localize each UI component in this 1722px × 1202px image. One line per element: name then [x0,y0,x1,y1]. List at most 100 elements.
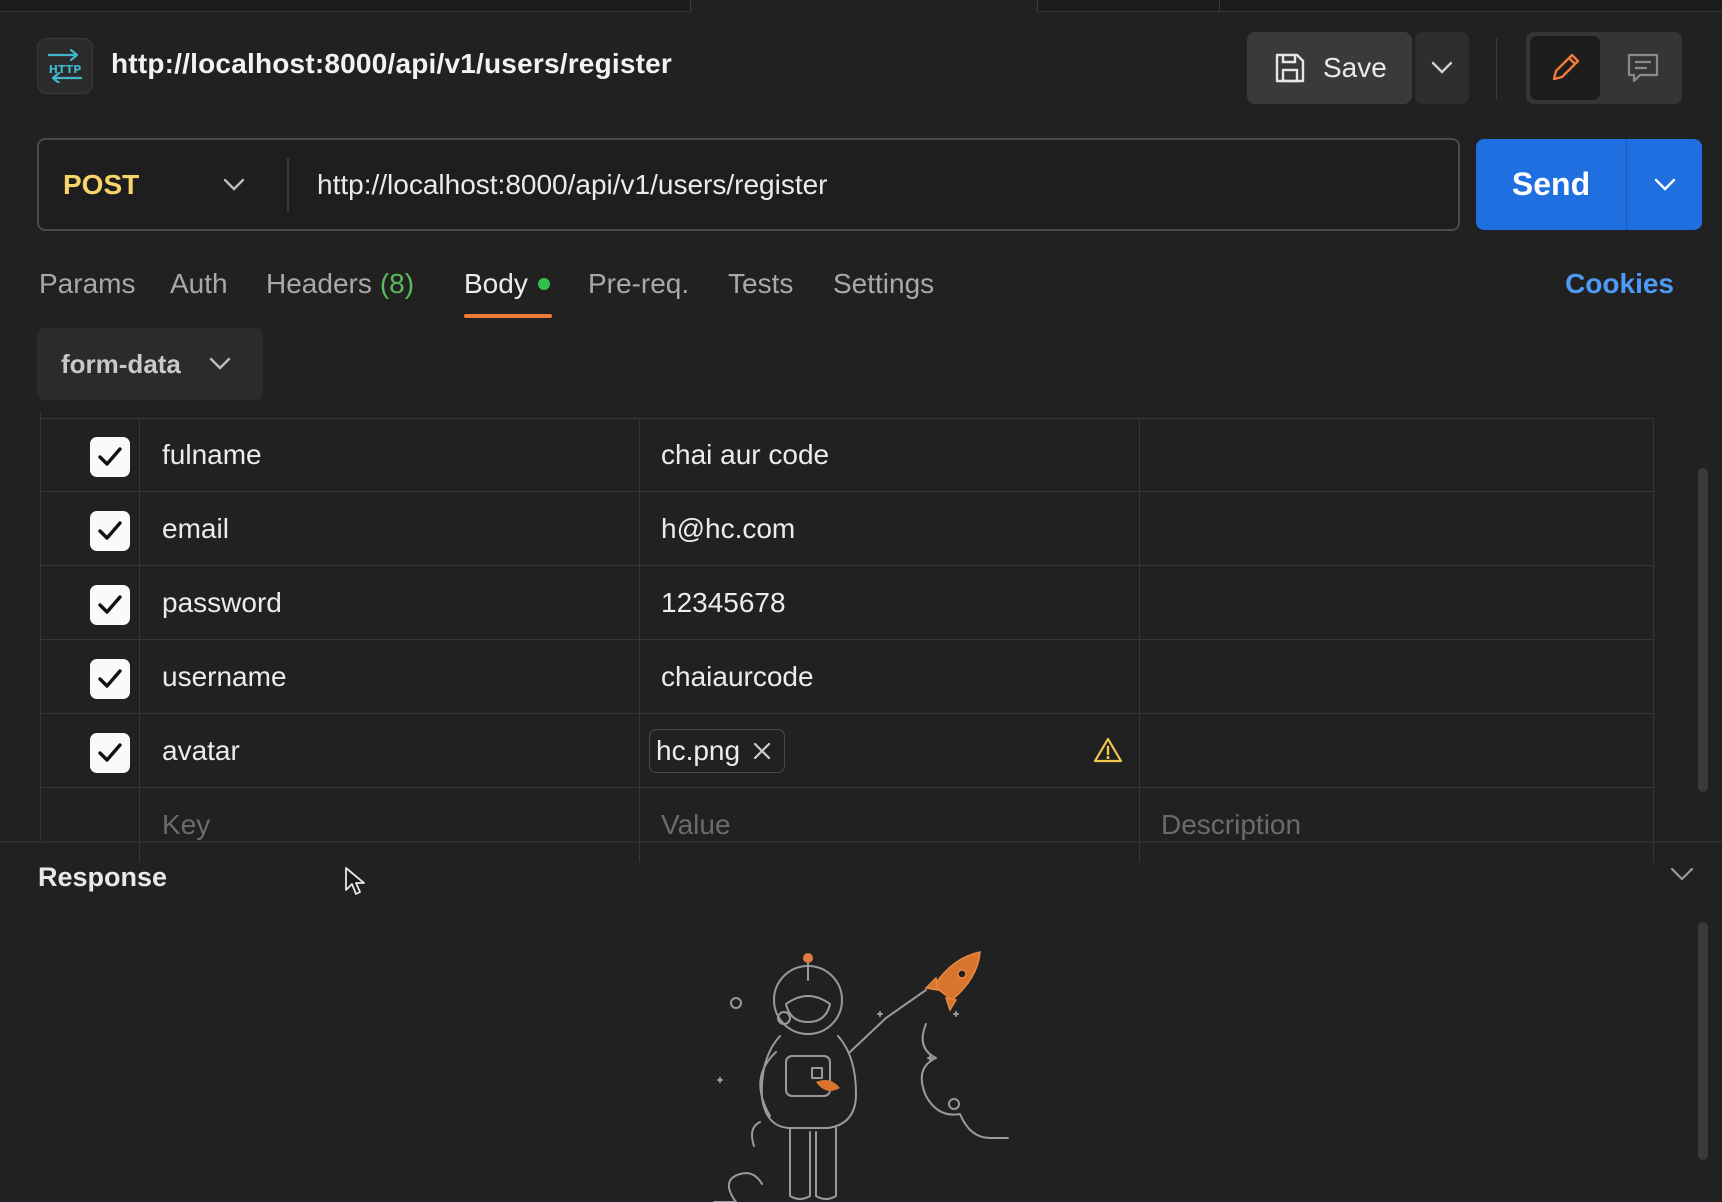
header-divider [1496,38,1497,100]
edit-button[interactable] [1530,36,1600,100]
description-cell[interactable] [1140,714,1654,788]
tab-params-label: Params [39,268,136,299]
row-checkbox[interactable] [90,733,130,773]
top-tab-strip [0,0,1722,12]
tab-tests-label: Tests [728,268,794,299]
method-selector[interactable]: POST [63,140,139,229]
tab-strip-segment-active[interactable] [691,0,1038,12]
row-checkbox[interactable] [90,437,130,477]
key-cell[interactable]: username [140,640,640,714]
checkbox-cell [40,418,140,492]
mouse-cursor-icon [345,867,365,895]
request-title[interactable]: http://localhost:8000/api/v1/users/regis… [111,48,672,80]
tab-headers-label: Headers [266,268,372,299]
value-placeholder[interactable]: Value [640,788,1140,862]
save-icon [1275,53,1305,83]
check-icon [98,669,122,688]
pencil-icon [1552,53,1580,81]
tab-pre-request[interactable]: Pre-req. [588,262,689,306]
tab-params[interactable]: Params [39,262,135,306]
key-cell[interactable]: email [140,492,640,566]
chevron-down-icon [1654,178,1675,191]
tab-body-label: Body [464,268,528,299]
check-icon [98,595,122,614]
request-header: HTTP http://localhost:8000/api/v1/users/… [0,30,1722,106]
request-tabs: Params Auth Headers (8) Body Pre-req. Tes… [0,262,1722,322]
save-button[interactable]: Save [1247,32,1412,104]
active-tab-underline [464,314,552,318]
value-cell[interactable]: h@hc.com [640,492,1140,566]
file-chip[interactable]: hc.png [649,729,786,773]
form-data-table: fulname chai aur code email h@hc.com pas… [40,418,1654,862]
row-checkbox[interactable] [90,659,130,699]
send-options-button[interactable] [1627,139,1702,230]
send-button[interactable]: Send [1476,139,1626,230]
description-cell[interactable] [1140,418,1654,492]
tab-auth[interactable]: Auth [170,262,228,306]
warning-icon[interactable] [1093,736,1123,764]
key-cell[interactable]: fulname [140,418,640,492]
save-label: Save [1323,52,1387,83]
svg-text:HTTP: HTTP [49,63,82,76]
chevron-down-icon[interactable] [223,140,245,229]
response-divider[interactable] [0,841,1722,843]
close-icon[interactable] [752,741,772,761]
table-row: email h@hc.com [40,492,1654,566]
row-checkbox[interactable] [90,511,130,551]
body-type-selector[interactable]: form-data [37,328,263,400]
cookies-link[interactable]: Cookies [1565,262,1674,306]
url-divider [287,158,289,212]
tab-headers[interactable]: Headers (8) [266,262,414,306]
checkbox-cell [40,788,140,862]
http-icon: HTTP [37,38,93,94]
file-name: hc.png [656,735,741,766]
table-row: password 12345678 [40,566,1654,640]
comments-button[interactable] [1608,36,1678,100]
body-type-label: form-data [61,348,181,379]
url-input[interactable]: http://localhost:8000/api/v1/users/regis… [317,140,1417,229]
key-cell[interactable]: password [140,566,640,640]
body-modified-dot [537,278,550,290]
value-cell[interactable]: chaiaurcode [640,640,1140,714]
view-toggle [1526,32,1682,104]
astronaut-illustration [713,951,1009,1202]
checkbox-cell [40,714,140,788]
tab-settings[interactable]: Settings [833,262,934,306]
description-cell[interactable] [1140,492,1654,566]
value-cell[interactable]: chai aur code [640,418,1140,492]
tab-strip-segment[interactable] [1038,0,1220,12]
checkbox-cell [40,566,140,640]
table-scrollbar[interactable] [1698,468,1708,792]
tab-settings-label: Settings [833,268,935,299]
headers-count: (8) [379,268,415,299]
response-scrollbar[interactable] [1698,922,1708,1160]
check-icon [98,447,122,466]
chevron-down-icon[interactable] [1670,866,1694,882]
tab-pre-request-label: Pre-req. [588,268,690,299]
comment-icon [1627,53,1659,83]
response-title: Response [38,862,168,892]
check-icon [98,521,122,540]
tab-auth-label: Auth [170,268,228,299]
key-cell[interactable]: avatar [140,714,640,788]
url-bar: POST http://localhost:8000/api/v1/users/… [37,138,1460,231]
send-button-group: Send [1476,139,1702,230]
value-cell[interactable]: 12345678 [640,566,1140,640]
description-cell[interactable] [1140,566,1654,640]
row-checkbox[interactable] [90,585,130,625]
check-icon [98,743,122,762]
description-cell[interactable] [1140,640,1654,714]
description-placeholder[interactable]: Description [1140,788,1654,862]
checkbox-cell [40,640,140,714]
tab-body[interactable]: Body [464,262,550,306]
table-row: fulname chai aur code [40,418,1654,492]
chevron-down-icon [209,357,231,370]
tab-tests[interactable]: Tests [728,262,793,306]
value-cell: hc.png [640,714,1140,788]
key-placeholder[interactable]: Key [140,788,640,862]
table-row: avatar hc.png [40,714,1654,788]
table-row: username chaiaurcode [40,640,1654,714]
chevron-down-icon [1431,61,1453,74]
tab-strip-segment[interactable] [0,0,691,12]
save-options-button[interactable] [1415,32,1469,104]
